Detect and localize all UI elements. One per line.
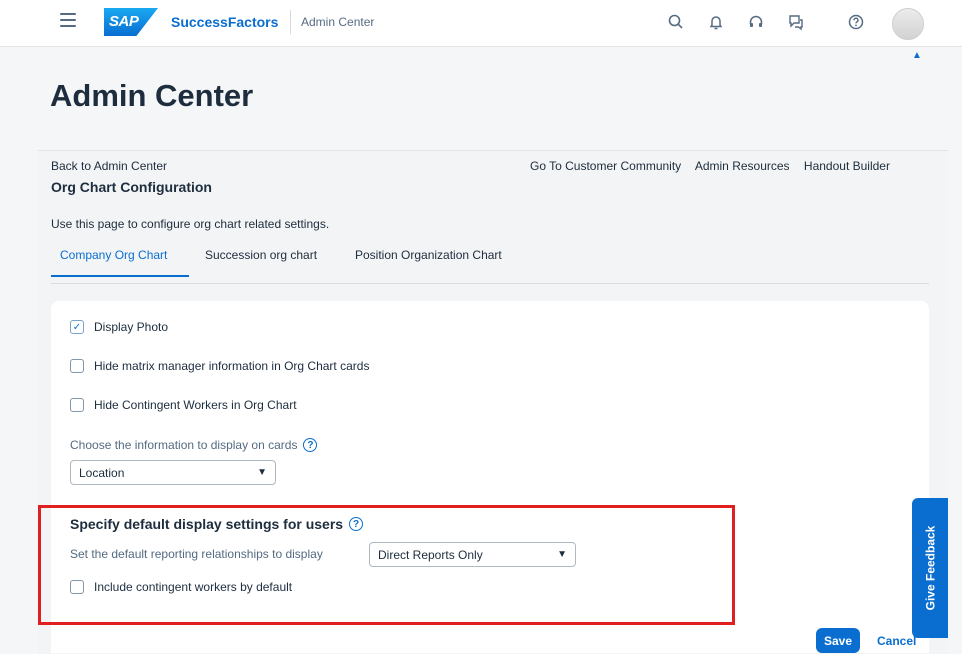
active-tab-indicator [51, 275, 189, 277]
headset-icon[interactable] [746, 12, 766, 32]
hide-contingent-row[interactable]: Hide Contingent Workers in Org Chart [70, 398, 297, 412]
card-info-label: Choose the information to display on car… [70, 438, 298, 452]
collapse-header-icon[interactable]: ▲ [912, 50, 922, 61]
help-icon[interactable] [846, 12, 866, 32]
tab-company-org-chart[interactable]: Company Org Chart [60, 248, 167, 262]
search-icon[interactable] [666, 12, 686, 32]
avatar[interactable] [892, 8, 924, 40]
tab-succession-org-chart[interactable]: Succession org chart [205, 248, 317, 262]
page-description: Use this page to configure org chart rel… [51, 217, 330, 231]
hide-matrix-label: Hide matrix manager information in Org C… [94, 359, 370, 373]
header-links: Go To Customer Community Admin Resources… [530, 159, 890, 173]
bell-icon[interactable] [706, 12, 726, 32]
menu-icon[interactable] [60, 13, 76, 27]
card-info-field-label: Choose the information to display on car… [70, 438, 318, 452]
hide-matrix-checkbox[interactable] [70, 359, 84, 373]
give-feedback-label: Give Feedback [923, 525, 937, 611]
display-photo-checkbox[interactable]: ✓ [70, 320, 84, 334]
hide-contingent-label: Hide Contingent Workers in Org Chart [94, 398, 297, 412]
link-customer-community[interactable]: Go To Customer Community [530, 159, 681, 173]
display-photo-row[interactable]: ✓ Display Photo [70, 320, 168, 334]
card-info-select[interactable]: Location ▼ [70, 460, 276, 485]
chevron-down-icon: ▼ [257, 467, 267, 478]
tabs-divider [51, 283, 929, 284]
save-button[interactable]: Save [816, 628, 860, 653]
hide-contingent-checkbox[interactable] [70, 398, 84, 412]
link-admin-resources[interactable]: Admin Resources [695, 159, 790, 173]
cancel-button[interactable]: Cancel [877, 634, 916, 648]
highlight-annotation [38, 505, 735, 625]
question-icon[interactable]: ? [303, 438, 318, 452]
sap-logo[interactable]: SAP [104, 8, 158, 36]
page-title: Admin Center [50, 78, 254, 113]
chat-icon[interactable] [786, 12, 806, 32]
shell-bar: SAP SuccessFactors Admin Center [0, 0, 962, 47]
hide-matrix-row[interactable]: Hide matrix manager information in Org C… [70, 359, 369, 373]
link-handout-builder[interactable]: Handout Builder [804, 159, 890, 173]
card-info-value: Location [79, 465, 125, 480]
give-feedback-button[interactable]: Give Feedback [912, 498, 948, 638]
display-photo-label: Display Photo [94, 320, 169, 334]
tab-position-org-chart[interactable]: Position Organization Chart [355, 248, 502, 262]
config-title: Org Chart Configuration [51, 179, 212, 195]
shell-divider [290, 10, 291, 34]
page-context: Admin Center [301, 15, 375, 29]
product-name[interactable]: SuccessFactors [171, 14, 278, 30]
back-link[interactable]: Back to Admin Center [51, 159, 167, 173]
